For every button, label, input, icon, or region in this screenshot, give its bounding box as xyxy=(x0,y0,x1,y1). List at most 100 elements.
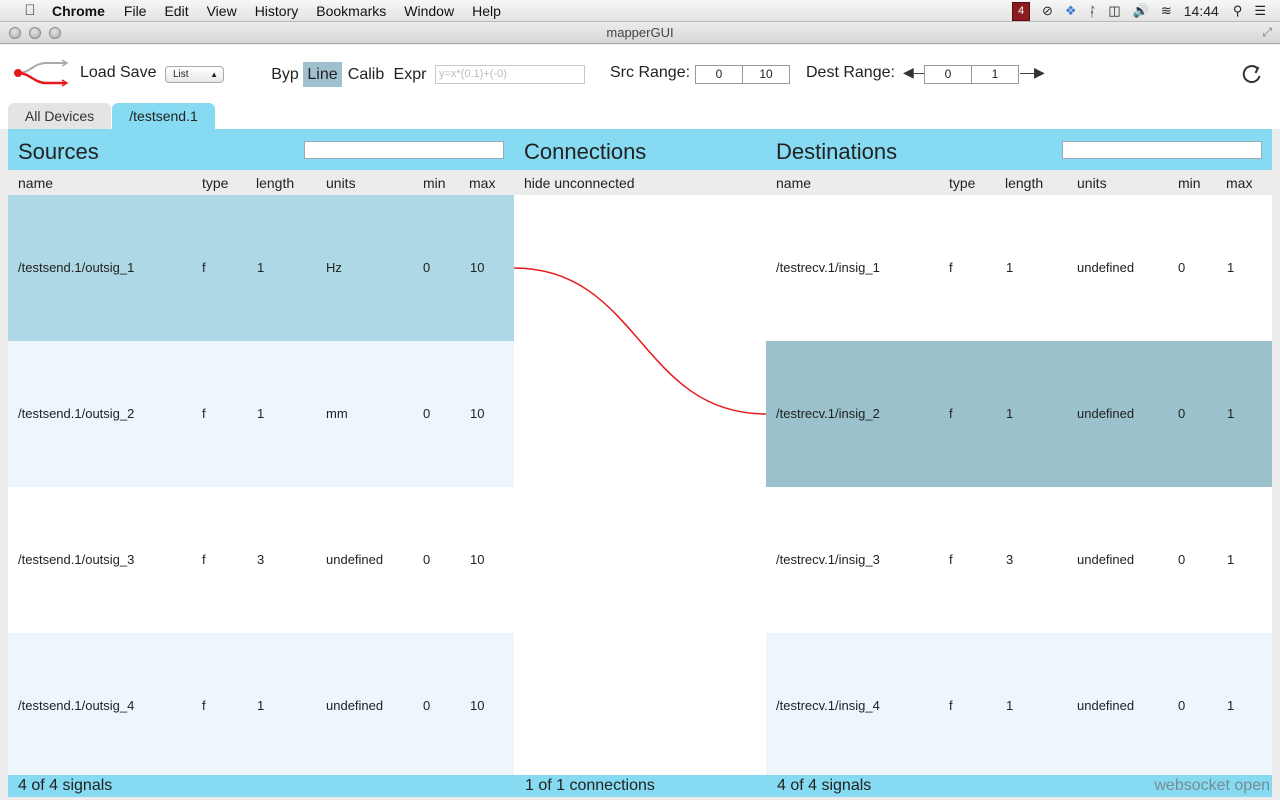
source-name: /testsend.1/outsig_4 xyxy=(18,698,135,713)
source-min: 0 xyxy=(423,260,431,275)
destination-max: 1 xyxy=(1227,260,1235,275)
src-col-length[interactable]: length xyxy=(256,175,294,191)
menu-clock[interactable]: 14:44 xyxy=(1184,3,1219,19)
source-row[interactable]: /testsend.1/outsig_1 f 1 Hz 0 10 xyxy=(8,195,514,341)
source-length: 3 xyxy=(257,552,265,567)
source-units: undefined xyxy=(326,698,384,713)
source-min: 0 xyxy=(423,406,431,421)
dst-col-min[interactable]: min xyxy=(1178,175,1201,191)
view-mode-value: List xyxy=(173,69,189,80)
destination-max: 1 xyxy=(1227,698,1235,713)
destination-units: undefined xyxy=(1077,406,1135,421)
destination-min: 0 xyxy=(1178,406,1186,421)
destination-type: f xyxy=(949,260,953,275)
connections-canvas xyxy=(514,267,766,415)
dest-range-min-input[interactable]: 0 xyxy=(924,65,972,84)
source-max: 10 xyxy=(470,698,485,713)
source-name: /testsend.1/outsig_1 xyxy=(18,260,135,275)
destination-row[interactable]: /testrecv.1/insig_2 f 1 undefined 0 1 xyxy=(766,341,1272,487)
dst-col-length[interactable]: length xyxy=(1005,175,1043,191)
src-col-type[interactable]: type xyxy=(202,175,228,191)
notification-center-icon[interactable]: ☰ xyxy=(1254,3,1266,19)
dest-range-right-arrow-icon[interactable]: —▶ xyxy=(1020,64,1045,81)
src-col-name[interactable]: name xyxy=(18,175,53,191)
src-range-max-input[interactable]: 10 xyxy=(742,65,790,84)
dst-col-units[interactable]: units xyxy=(1077,175,1107,191)
src-col-min[interactable]: min xyxy=(423,175,446,191)
destination-name: /testrecv.1/insig_2 xyxy=(776,406,880,421)
dst-col-type[interactable]: type xyxy=(949,175,975,191)
destination-length: 1 xyxy=(1006,698,1014,713)
sources-filter-input[interactable] xyxy=(304,141,504,159)
source-name: /testsend.1/outsig_3 xyxy=(18,552,135,567)
volume-icon[interactable]: 🔊 xyxy=(1133,3,1149,19)
src-range-min-input[interactable]: 0 xyxy=(695,65,743,84)
source-max: 10 xyxy=(470,406,485,421)
source-min: 0 xyxy=(423,698,431,713)
refresh-icon[interactable] xyxy=(1240,62,1264,86)
dst-col-name[interactable]: name xyxy=(776,175,811,191)
menu-app[interactable]: Chrome xyxy=(52,3,105,19)
source-row[interactable]: /testsend.1/outsig_2 f 1 mm 0 10 xyxy=(8,341,514,487)
wifi-icon[interactable]: ≋ xyxy=(1161,3,1172,19)
column-headers: name type length units min max hide unco… xyxy=(8,170,1272,195)
source-type: f xyxy=(202,406,206,421)
apple-menu-icon[interactable]:  xyxy=(18,2,42,19)
mode-expr-button[interactable]: Expr xyxy=(390,62,430,87)
source-type: f xyxy=(202,260,206,275)
source-max: 10 xyxy=(470,260,485,275)
source-length: 1 xyxy=(257,260,265,275)
dst-col-max[interactable]: max xyxy=(1226,175,1252,191)
mode-bypass-button[interactable]: Byp xyxy=(268,62,302,87)
expression-input[interactable]: y=x*(0.1)+(-0) xyxy=(435,65,585,84)
mode-line-button[interactable]: Line xyxy=(303,62,342,87)
save-button[interactable]: Save xyxy=(120,64,156,82)
destination-max: 1 xyxy=(1227,552,1235,567)
src-col-max[interactable]: max xyxy=(469,175,495,191)
bluetooth-icon[interactable]: ᛛ xyxy=(1089,4,1097,19)
status-footer: 4 of 4 signals 1 of 1 connections 4 of 4… xyxy=(8,775,1272,797)
mapper-logo-icon xyxy=(14,59,69,87)
destination-length: 3 xyxy=(1006,552,1014,567)
select-arrows-icon: ▲ xyxy=(210,70,218,79)
tab-all-devices[interactable]: All Devices xyxy=(8,103,111,130)
view-mode-select[interactable]: List ▲ xyxy=(165,66,224,83)
sources-title: Sources xyxy=(18,139,99,164)
destination-min: 0 xyxy=(1178,698,1186,713)
dest-range-max-input[interactable]: 1 xyxy=(971,65,1019,84)
destination-row[interactable]: /testrecv.1/insig_4 f 1 undefined 0 1 xyxy=(766,633,1272,775)
menu-file[interactable]: File xyxy=(124,3,147,19)
spotlight-search-icon[interactable]: ⚲ xyxy=(1233,3,1243,19)
mode-calib-button[interactable]: Calib xyxy=(344,62,388,87)
notification-badge[interactable]: 4 xyxy=(1012,1,1030,21)
menu-edit[interactable]: Edit xyxy=(164,3,188,19)
destination-type: f xyxy=(949,406,953,421)
destination-name: /testrecv.1/insig_1 xyxy=(776,260,880,275)
fullscreen-icon[interactable]: ⤢ xyxy=(1262,25,1272,40)
source-row[interactable]: /testsend.1/outsig_4 f 1 undefined 0 10 xyxy=(8,633,514,775)
window-title: mapperGUI xyxy=(606,25,674,40)
tab-testsend[interactable]: /testsend.1 xyxy=(112,103,215,130)
destinations-filter-input[interactable] xyxy=(1062,141,1262,159)
time-machine-icon[interactable]: ◫ xyxy=(1108,3,1120,19)
destination-length: 1 xyxy=(1006,260,1014,275)
destination-name: /testrecv.1/insig_4 xyxy=(776,698,880,713)
dropbox-icon[interactable]: ❖ xyxy=(1065,3,1077,19)
connections-count: 1 of 1 connections xyxy=(525,777,655,794)
load-button[interactable]: Load xyxy=(80,64,116,82)
menu-view[interactable]: View xyxy=(207,3,237,19)
destination-row[interactable]: /testrecv.1/insig_3 f 3 undefined 0 1 xyxy=(766,487,1272,633)
source-row[interactable]: /testsend.1/outsig_3 f 3 undefined 0 10 xyxy=(8,487,514,633)
connection-line[interactable] xyxy=(514,267,766,415)
destination-units: undefined xyxy=(1077,552,1135,567)
connections-title: Connections xyxy=(524,139,647,164)
do-not-disturb-icon[interactable]: ⊘ xyxy=(1042,3,1053,19)
src-col-units[interactable]: units xyxy=(326,175,356,191)
hide-unconnected-toggle[interactable]: hide unconnected xyxy=(524,175,635,191)
menu-window[interactable]: Window xyxy=(404,3,454,19)
destination-row[interactable]: /testrecv.1/insig_1 f 1 undefined 0 1 xyxy=(766,195,1272,341)
menu-bookmarks[interactable]: Bookmarks xyxy=(316,3,386,19)
menu-history[interactable]: History xyxy=(255,3,299,19)
menu-bar:  Chrome File Edit View History Bookmark… xyxy=(0,0,1280,22)
menu-help[interactable]: Help xyxy=(472,3,501,19)
